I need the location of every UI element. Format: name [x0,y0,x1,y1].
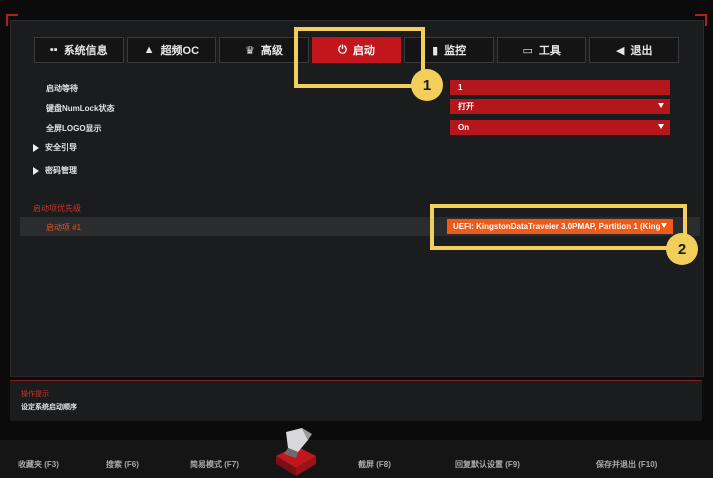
highlight-box [294,27,425,88]
numlock-select[interactable]: 打开 [450,99,670,114]
boot-option-label: 启动项 #1 [46,223,82,232]
tab-label: 超频OC [160,45,200,57]
corner-decoration [695,14,707,26]
password-submenu[interactable]: 密码管理 [33,165,77,176]
grid-icon: ▪▪ [49,44,58,56]
tab-label: 监控 [444,45,467,57]
step-badge: 2 [666,233,698,265]
favorites-button[interactable]: 收藏夹 (F3) [18,459,59,470]
numlock-label: 键盘NumLock状态 [46,104,115,113]
screenshot-button[interactable]: 截屏 (F8) [358,459,391,470]
dropdown-caret-icon [658,124,664,129]
boot-wait-label: 启动等待 [46,84,78,93]
logo-display-value: On [458,123,470,132]
brand-logo [276,428,316,476]
tab-overclock[interactable]: ▲ 超频OC [126,37,217,63]
tab-exit[interactable]: ◀ 退出 [589,37,680,63]
hint-panel [10,380,702,421]
secure-boot-submenu[interactable]: 安全引导 [33,142,77,153]
boot-priority-title: 启动项优先级 [33,204,81,213]
boot-wait-value: 1 [458,83,463,92]
tab-tools[interactable]: ▭ 工具 [496,37,587,63]
numlock-value: 打开 [458,102,474,111]
secure-boot-label: 安全引导 [45,143,77,152]
search-button[interactable]: 搜索 (F6) [106,459,139,470]
hint-title: 操作提示 [21,391,49,398]
dropdown-caret-icon [658,103,664,108]
tab-label: 工具 [538,45,561,57]
rocket-icon: ▲ [143,44,155,56]
tab-label: 高级 [260,45,283,57]
tab-label: 系统信息 [63,45,108,57]
back-arrow-icon: ◀ [616,44,625,57]
easy-mode-button[interactable]: 简易模式 (F7) [190,459,239,470]
logo-display-select[interactable]: On [450,120,670,135]
highlight-box [430,204,687,250]
password-label: 密码管理 [45,166,77,175]
expand-arrow-icon [33,143,39,152]
expand-arrow-icon [33,166,39,175]
boot-wait-input[interactable]: 1 [450,80,670,95]
tab-system-info[interactable]: ▪▪ 系统信息 [34,37,124,63]
monitor-icon: ▮ [432,44,439,57]
crown-icon: ♛ [245,44,255,57]
logo-display-label: 全屏LOGO显示 [46,124,102,133]
step-badge: 1 [411,69,443,101]
restore-defaults-button[interactable]: 回复默认设置 (F9) [455,459,520,470]
save-exit-button[interactable]: 保存并退出 (F10) [596,459,657,470]
hint-text: 设定系统启动顺序 [21,404,77,411]
corner-decoration [6,14,18,26]
tab-label: 退出 [630,45,653,57]
toolbox-icon: ▭ [522,44,533,57]
